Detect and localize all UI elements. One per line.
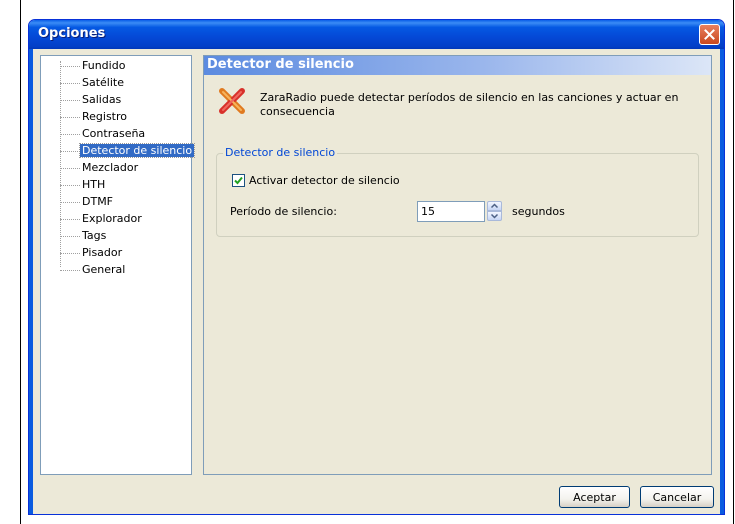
tree-item-label: Registro — [82, 110, 128, 123]
tree-item-label: Contraseña — [82, 127, 146, 140]
tree-item-label: HTH — [82, 178, 106, 191]
silence-detector-group: Detector de silencio Activar detector de… — [216, 146, 699, 237]
period-label: Período de silencio: — [230, 205, 337, 218]
tree-item-registro[interactable]: Registro — [46, 110, 129, 124]
window-title: Opciones — [38, 26, 106, 41]
tree-item-tags[interactable]: Tags — [46, 229, 108, 243]
enable-detector-label[interactable]: Activar detector de silencio — [249, 174, 400, 187]
unit-label: segundos — [512, 205, 565, 218]
tree-item-mezclador[interactable]: Mezclador — [46, 161, 140, 175]
tree-item-fundido[interactable]: Fundido — [46, 59, 127, 73]
cancel-button[interactable]: Cancelar — [640, 486, 714, 508]
settings-panel: Detector de silencio ZaraRadio puede det… — [203, 55, 712, 475]
tree-item-label: Mezclador — [82, 161, 139, 174]
tree-item-label: Explorador — [82, 212, 142, 225]
tree-item-label: Pisador — [82, 246, 123, 259]
info-description: ZaraRadio puede detectar períodos de sil… — [260, 91, 679, 118]
panel-header: Detector de silencio — [204, 56, 711, 75]
period-input[interactable] — [417, 201, 485, 222]
tree-item-label: General — [82, 263, 126, 276]
tree-item-label: Fundido — [82, 59, 126, 72]
checkmark-icon — [234, 176, 243, 185]
panel-title: Detector de silencio — [207, 57, 354, 72]
tree-item-general[interactable]: General — [46, 263, 127, 277]
tree-item-explorador[interactable]: Explorador — [46, 212, 144, 226]
tree-item-hth[interactable]: HTH — [46, 178, 107, 192]
frame-right-line — [733, 0, 734, 524]
tree-item-detector-de-silencio[interactable]: Detector de silencio — [46, 143, 196, 158]
close-button[interactable] — [699, 24, 720, 45]
arrow-up-icon — [490, 203, 499, 209]
tree-item-dtmf[interactable]: DTMF — [46, 195, 115, 209]
arrow-down-icon — [490, 213, 499, 219]
spin-down-button[interactable] — [487, 211, 502, 221]
enable-detector-checkbox[interactable] — [232, 174, 245, 187]
frame-left-line — [20, 0, 21, 524]
tree-item-label: Satélite — [82, 76, 124, 89]
options-tree[interactable]: Fundido Satélite Salidas Registro Contra… — [40, 55, 196, 475]
spin-up-button[interactable] — [487, 201, 502, 211]
close-icon — [704, 29, 715, 40]
tree-item-label: Detector de silencio — [78, 143, 196, 158]
accept-button[interactable]: Aceptar — [559, 486, 630, 508]
tree-item-contrasena[interactable]: Contraseña — [46, 127, 147, 141]
group-title: Detector de silencio — [223, 146, 338, 159]
tree-item-label: Salidas — [82, 93, 122, 106]
crossed-tools-icon — [219, 88, 245, 114]
tree-item-salidas[interactable]: Salidas — [46, 93, 123, 107]
tree-item-label: Tags — [82, 229, 107, 242]
tree-item-label: DTMF — [82, 195, 114, 208]
options-dialog: Opciones Fundido Satélite Salidas Regist… — [28, 19, 725, 515]
window-left-border — [29, 49, 33, 514]
tree-item-pisador[interactable]: Pisador — [46, 246, 124, 260]
title-bar[interactable]: Opciones — [29, 20, 724, 49]
window-right-border — [720, 49, 724, 514]
tree-item-satelite[interactable]: Satélite — [46, 76, 126, 90]
